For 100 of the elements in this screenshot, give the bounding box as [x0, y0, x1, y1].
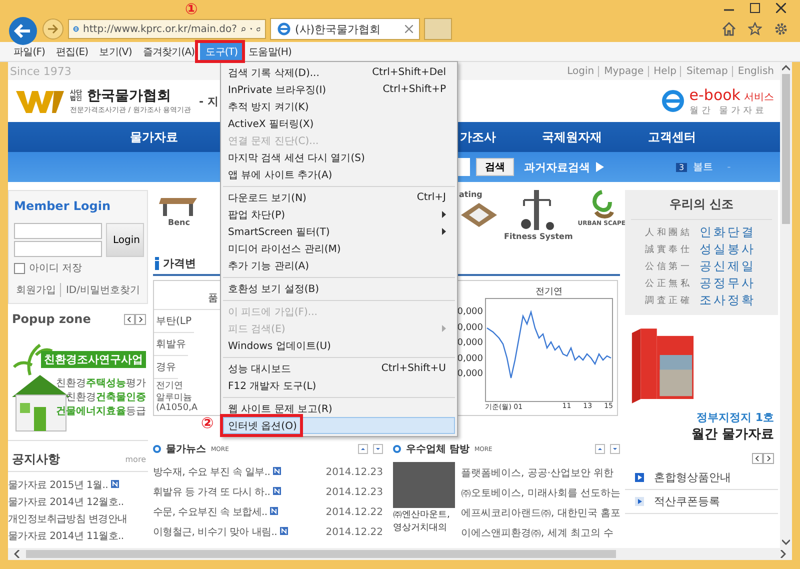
news-title: 물가뉴스	[166, 443, 206, 456]
next-button[interactable]	[135, 314, 146, 324]
promo-title: 월간 물가자료	[691, 426, 774, 443]
menu-item[interactable]: 인터넷 옵션(O)	[223, 417, 455, 434]
company-story-link[interactable]: 플랫폼베이스, 공공·산업보안 위한	[461, 466, 621, 480]
maximize-icon[interactable]	[750, 3, 760, 13]
back-button[interactable]	[8, 16, 38, 46]
submenu-arrow-icon	[442, 325, 446, 332]
swirl-logo-icon	[590, 190, 614, 220]
side-link[interactable]: 혼합형상품안내	[654, 470, 731, 485]
menu-item[interactable]: 추가 기능 관리(A)	[223, 257, 455, 274]
company-story-link[interactable]: 에프씨코리아랜드㈜, 대한민국 홈포	[461, 506, 621, 520]
menu-item[interactable]: 앱 뷰에 사이트 추가(A)	[223, 166, 455, 183]
company-story-link[interactable]: 이에스앤피환경㈜, 세계 최고의 수	[461, 526, 621, 540]
notice-item[interactable]: 물가자료 2015년 1월..	[8, 478, 119, 492]
news-item[interactable]: 수문, 수요부진 속 보합세..	[153, 505, 278, 519]
notice-item[interactable]: 물가자료 2014년 11월호..	[8, 529, 124, 543]
news-item[interactable]: 휘발유 등 가격 또 다시 하..	[153, 485, 282, 499]
menu-item[interactable]: F12 개발자 도구(L)	[223, 377, 455, 394]
join-link[interactable]: 회원가입	[16, 283, 56, 297]
table-cell-text: (A1050,A	[155, 403, 199, 415]
slogan-text: - 지	[199, 94, 218, 108]
bullet-icon	[393, 445, 401, 453]
scroll-down-button[interactable]	[610, 444, 620, 454]
browser-logo-icon	[277, 22, 291, 36]
id-input[interactable]	[14, 223, 102, 239]
menu-bar-item[interactable]: 파일(F)	[8, 42, 51, 60]
menu-item[interactable]: 다운로드 보기(N) Ctrl+J	[223, 189, 455, 206]
menu-item[interactable]: 마지막 검색 세션 다시 열기(S)	[223, 149, 455, 166]
horizontal-scrollbar[interactable]	[8, 548, 792, 560]
nav-item[interactable]: 물가자료	[130, 128, 178, 146]
hanja-text: 誠 實 奉 仕	[645, 244, 690, 256]
scrollbar-thumb[interactable]	[782, 74, 790, 224]
table-cell: 경유	[154, 356, 178, 379]
menu-item[interactable]: ActiveX 필터링(X)	[223, 115, 455, 132]
menu-bar-item[interactable]: 편집(E)	[50, 42, 94, 60]
promo-banner[interactable]: 정부지정지 1호 월간 물가자료	[625, 315, 778, 451]
nav-item[interactable]: 가조사	[460, 128, 496, 146]
hanja-text: 公 信 第 一	[645, 260, 690, 273]
nav-item[interactable]: 고객센터	[648, 128, 696, 146]
menu-item[interactable]: 추적 방지 켜기(K)	[223, 98, 455, 115]
news-date: 2014.12.22	[326, 506, 383, 518]
notice-item[interactable]: 개인정보취급방침 변경안내	[8, 512, 128, 526]
menu-item[interactable]: 웹 사이트 문제 보고(R)	[223, 400, 455, 417]
vertical-scrollbar[interactable]	[780, 62, 792, 548]
menu-bar-item[interactable]: 도움말(H)	[243, 42, 298, 60]
menu-bar-item[interactable]: 보기(V)	[94, 42, 138, 60]
close-icon[interactable]	[405, 25, 413, 33]
menu-item[interactable]: Windows 업데이트(U)	[223, 337, 455, 354]
previous-button[interactable]	[124, 314, 135, 324]
menu-bar-item[interactable]: 즐겨찾기(A)	[137, 42, 200, 60]
menu-item[interactable]: SmartScreen 필터(T)	[223, 223, 455, 240]
search-button[interactable]: 검색	[476, 158, 514, 176]
side-link[interactable]: 적산쿠폰등록	[654, 494, 720, 509]
forward-button[interactable]	[42, 18, 64, 40]
price-section-title: 가격변	[163, 256, 196, 271]
company-story-link[interactable]: ㈜오토베이스, 미래사회를 선도하는	[461, 486, 621, 500]
creed-text: 공정무사	[700, 275, 756, 292]
scroll-up-button[interactable]	[595, 444, 605, 454]
notice-item[interactable]: 물가자료 2014년 12월호..	[8, 495, 124, 509]
bullet-icon	[153, 445, 161, 453]
news-item[interactable]: 이형철근, 비수기 맞아 내림..	[153, 525, 288, 539]
menu-item[interactable]: 호환성 보기 설정(B)	[223, 280, 455, 297]
scrollbar-thumb[interactable]	[26, 550, 616, 558]
favorites-star-icon[interactable]	[748, 22, 762, 36]
next-button[interactable]	[763, 453, 774, 464]
menu-item[interactable]: 검색 기록 삭제(D)... Ctrl+Shift+Del	[223, 64, 455, 81]
notice-title: 공지사항	[12, 451, 60, 468]
address-bar[interactable]: http://www.kprc.or.kr/main.do?	[68, 19, 266, 39]
info-icon	[155, 257, 159, 270]
news-date: 2014.12.23	[326, 466, 383, 478]
menu-item[interactable]: InPrivate 브라우징(I) Ctrl+Shift+P	[223, 81, 455, 98]
table-cell-text: 전기연	[155, 380, 184, 391]
login-button[interactable]: Login	[106, 223, 144, 257]
menu-item[interactable]: 미디어 라이선스 관리(M)	[223, 240, 455, 257]
new-badge-icon	[273, 487, 282, 495]
login-title: Member Login	[14, 198, 112, 215]
settings-icon[interactable]	[774, 22, 788, 36]
news-item[interactable]: 방수재, 수요 부진 속 일부..	[153, 465, 282, 479]
browser-tab[interactable]: (사)한국물가협회	[270, 18, 420, 40]
axis-label: 0,000	[457, 307, 483, 317]
table-cell-text: 알루미늄	[155, 392, 193, 403]
visits-title: 우수업체 탐방	[406, 443, 470, 456]
home-icon[interactable]	[722, 22, 736, 36]
ebook-link[interactable]: e-book 서비스 월간 물가자료	[689, 86, 774, 116]
nav-item[interactable]: 국제원자재	[542, 128, 602, 146]
previous-button[interactable]	[752, 453, 763, 464]
scroll-up-button[interactable]	[358, 444, 368, 454]
caret-icon[interactable]	[250, 27, 252, 31]
banner-line: 친환경건축물인증	[66, 391, 146, 404]
remember-checkbox[interactable]	[14, 262, 25, 274]
scroll-down-button[interactable]	[373, 444, 383, 454]
find-account-link[interactable]: ID/비밀번호찾기	[60, 283, 140, 297]
banner-title: 친환경조사연구사업	[41, 351, 146, 368]
password-input[interactable]	[14, 241, 102, 257]
close-icon[interactable]	[776, 3, 786, 13]
photo-placeholder	[393, 462, 455, 508]
menu-item[interactable]: 성능 대시보드 Ctrl+Shift+U	[223, 360, 455, 377]
menu-item[interactable]: 팝업 차단(P)	[223, 206, 455, 223]
since-text: Since 1973	[10, 64, 72, 78]
